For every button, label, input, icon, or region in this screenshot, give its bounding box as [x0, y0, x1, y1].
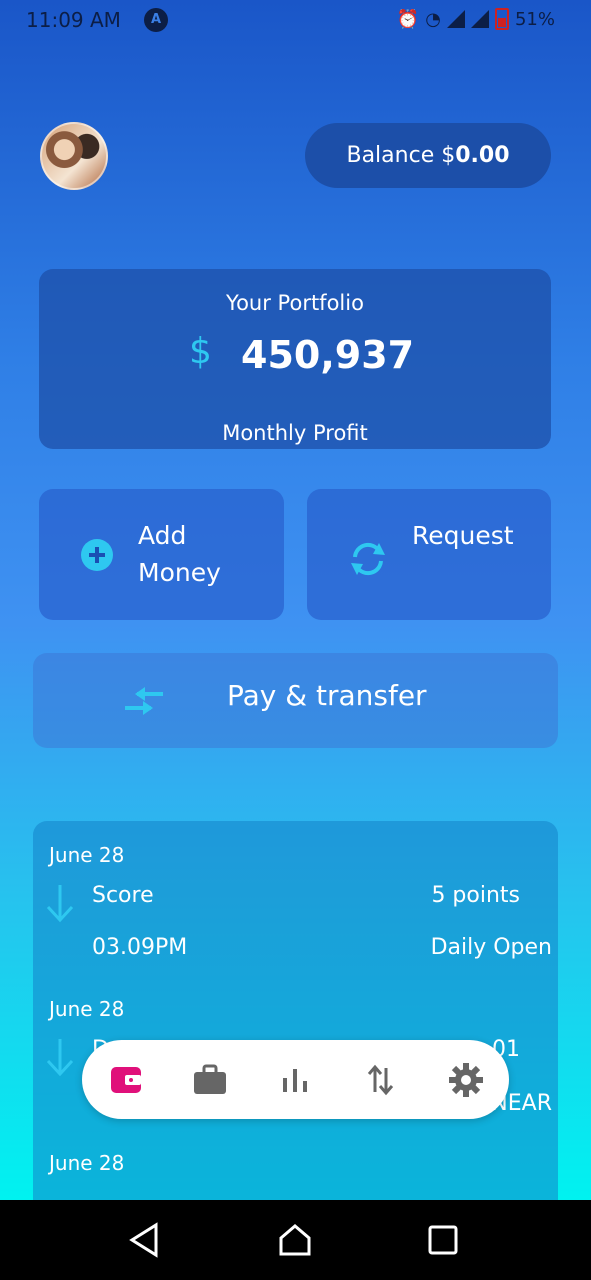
- transaction-date: June 28: [49, 997, 125, 1021]
- battery-icon: [494, 8, 509, 30]
- balance-label: Balance $: [346, 143, 456, 168]
- signal-icon: [446, 10, 465, 28]
- portfolio-card: Your Portfolio $ 450,937 Monthly Profit: [39, 269, 551, 449]
- recents-icon[interactable]: [423, 1220, 463, 1260]
- plus-circle-icon: [81, 539, 115, 573]
- alarm-icon: ⏰: [396, 8, 420, 30]
- status-bar: 11:09 AM A ⏰ ◔ 51%: [0, 0, 591, 40]
- down-arrow-icon: [45, 1037, 75, 1077]
- wifi-icon: ◔: [425, 8, 441, 30]
- dollar-icon: $: [189, 331, 212, 372]
- transaction-date: June 28: [49, 1151, 125, 1175]
- status-icons: ⏰ ◔ 51%: [397, 8, 555, 30]
- add-money-button[interactable]: Add Money: [39, 489, 284, 620]
- bottom-nav: [82, 1040, 509, 1119]
- back-icon[interactable]: [126, 1220, 166, 1260]
- transaction-category: Daily Open: [430, 935, 552, 960]
- transaction-time: 03.09PM: [92, 935, 188, 960]
- home-icon[interactable]: [275, 1220, 315, 1260]
- transaction-value: 5 points: [431, 883, 520, 908]
- portfolio-subtitle: Monthly Profit: [222, 421, 368, 445]
- portfolio-amount: 450,937: [241, 333, 415, 377]
- system-nav-bar: [0, 1200, 591, 1280]
- briefcase-icon[interactable]: [190, 1060, 230, 1100]
- transaction-list: June 28 Score 5 points 03.09PM Daily Ope…: [33, 821, 558, 1200]
- battery-percent: 51%: [514, 8, 555, 30]
- add-money-label: Add Money: [138, 521, 221, 587]
- app-screen: 11:09 AM A ⏰ ◔ 51% Balance $0.00 Your Po…: [0, 0, 591, 1200]
- swap-arrows-icon: [123, 685, 165, 717]
- transaction-date: June 28: [49, 843, 125, 867]
- wallet-icon[interactable]: [106, 1060, 146, 1100]
- transaction-name: Score: [92, 883, 154, 908]
- portfolio-title: Your Portfolio: [226, 291, 364, 315]
- balance-value: 0.00: [455, 143, 510, 168]
- down-arrow-icon: [45, 883, 75, 923]
- bar-chart-icon[interactable]: [275, 1060, 315, 1100]
- request-label: Request: [412, 521, 514, 550]
- request-button[interactable]: Request: [307, 489, 551, 620]
- avatar[interactable]: [40, 122, 108, 190]
- signal-icon-2: [470, 10, 489, 28]
- status-time: 11:09 AM: [26, 8, 121, 32]
- balance-pill[interactable]: Balance $0.00: [305, 123, 551, 188]
- pay-transfer-label: Pay & transfer: [227, 679, 427, 712]
- refresh-icon: [347, 539, 385, 576]
- pay-transfer-button[interactable]: Pay & transfer: [33, 653, 558, 748]
- transfer-arrows-icon[interactable]: [360, 1060, 400, 1100]
- notification-icon: A: [144, 8, 168, 32]
- gear-icon[interactable]: [446, 1060, 486, 1100]
